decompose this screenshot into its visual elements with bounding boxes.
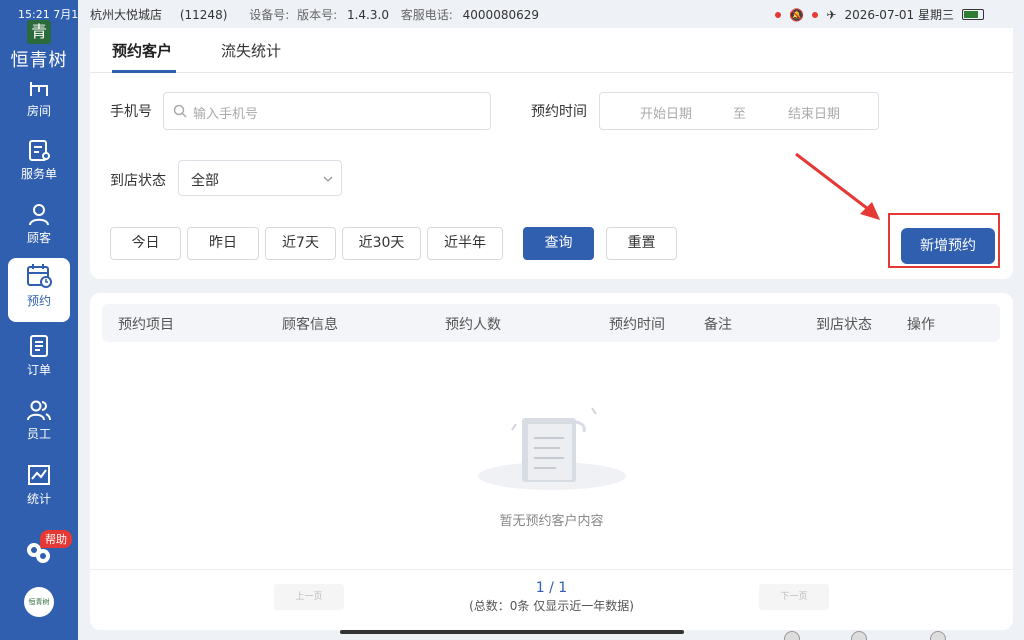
status-select[interactable]: 全部 [178,160,342,196]
total-count: (总数：0条 仅显示近一年数据) [469,599,634,613]
service-label: 客服电话: [400,8,453,22]
system-tray: 🔕 ✈ 2026-07-01 星期三 [775,6,984,23]
active-tab-indicator [112,70,176,73]
avatar[interactable]: 恒青树 [24,587,54,617]
staff-icon [27,400,51,421]
pagination: 上一页 1 / 1 (总数：0条 仅显示近一年数据) 下一页 [90,569,1013,630]
tab-appointment-customers[interactable]: 预约客户 [112,40,172,61]
reset-button[interactable]: 重置 [606,227,677,260]
status-bar: 15:21 7月1 杭州大悦城店 (11248) 设备号: 版本号: 1.4.3… [0,0,1024,28]
page-info: 1 / 1 (总数：0条 仅显示近一年数据) [90,580,1013,614]
table-header: 预约项目 顾客信息 预约人数 预约时间 备注 到店状态 操作 [102,304,1000,342]
query-button[interactable]: 查询 [523,227,594,260]
notification-dot [812,11,819,18]
room-icon [30,82,48,96]
start-date-input[interactable]: 开始日期 [640,103,692,122]
column-header: 预约时间 [609,317,665,333]
stats-icon [28,465,50,485]
battery-icon [962,9,984,20]
no-signal-icon: ✈ [826,7,837,22]
mute-icon: 🔕 [789,7,805,22]
empty-state-illustration-icon [478,407,626,490]
store-info: 杭州大悦城店 (11248) 设备号: 版本号: 1.4.3.0 客服电话: 4… [90,6,539,23]
status-select-value: 全部 [191,173,219,189]
service-phone: 4000080629 [462,8,540,22]
quick-halfyear-button[interactable]: 近半年 [427,227,503,260]
column-header: 顾客信息 [282,317,338,333]
column-header: 备注 [704,317,732,333]
sidebar-item-stats[interactable]: 统计 [8,458,70,520]
quick-30days-button[interactable]: 近30天 [342,227,421,260]
results-panel: 预约项目 顾客信息 预约人数 预约时间 备注 到店状态 操作 暂无预约客户内容 … [90,293,1013,630]
tab-churn-stats[interactable]: 流失统计 [221,40,281,61]
nav-dot [851,631,867,640]
home-indicator[interactable] [340,630,684,634]
sidebar-item-label: 房间 [26,104,51,118]
column-header: 预约项目 [118,317,174,333]
service-order-icon [29,140,50,161]
help-badge[interactable]: 帮助 [40,530,72,548]
page-indicator: 1 / 1 [535,580,568,596]
version-label: 版本号: [297,8,338,22]
sidebar-item-label: 顾客 [26,231,51,245]
store-name: 杭州大悦城店 [90,8,163,22]
notification-dot [775,11,782,18]
store-code: (11248) [179,8,228,22]
quick-7days-button[interactable]: 近7天 [265,227,336,260]
empty-state-text: 暂无预约客户内容 [499,514,604,529]
sidebar: 青 恒青树 房间 服务单 顾客 预约 订单 员工 统计 帮助 恒青树 [0,0,78,640]
range-separator: 至 [733,107,747,122]
brand-name: 恒青树 [10,50,68,71]
sidebar-item-appointment[interactable]: 预约 [8,258,70,322]
phone-input[interactable]: 输入手机号 [163,92,491,130]
clock-time: 15:21 7月1 [18,8,79,21]
date-range-picker[interactable]: 开始日期 至 结束日期 [599,92,879,130]
sidebar-item-order[interactable]: 订单 [8,329,70,391]
sidebar-item-label: 预约 [26,294,51,308]
nav-dot [784,631,800,640]
nav-dot [930,631,946,640]
sidebar-item-label: 服务单 [20,167,57,181]
sidebar-item-customer[interactable]: 顾客 [8,197,70,259]
column-header: 预约人数 [445,317,501,333]
tab-bar: 预约客户 流失统计 [90,28,1013,73]
quick-today-button[interactable]: 今日 [110,227,181,260]
column-header: 操作 [907,317,935,333]
device-label: 设备号: [249,8,290,22]
column-header: 到店状态 [816,317,872,333]
customer-icon [29,204,49,226]
sidebar-item-label: 统计 [26,492,51,506]
status-label: 到店状态 [110,173,166,189]
sidebar-item-staff[interactable]: 员工 [8,393,70,455]
system-date: 2026-07-01 星期三 [844,8,954,22]
search-icon [173,104,187,118]
annotation-arrow-icon [795,152,880,220]
appointment-icon [27,264,52,288]
quick-yesterday-button[interactable]: 昨日 [187,227,259,260]
end-date-input[interactable]: 结束日期 [788,103,840,122]
sidebar-item-label: 订单 [26,363,51,377]
chevron-down-icon [323,176,333,182]
phone-placeholder: 输入手机号 [193,107,259,122]
phone-label: 手机号 [110,104,152,120]
sidebar-item-label: 员工 [26,427,51,441]
new-appointment-button[interactable]: 新增预约 [901,228,995,264]
sidebar-item-room[interactable]: 房间 [8,72,70,134]
sidebar-item-service-order[interactable]: 服务单 [8,133,70,195]
order-icon [30,335,48,357]
next-page-button[interactable]: 下一页 [759,584,829,610]
time-label: 预约时间 [531,104,587,120]
version-value: 1.4.3.0 [346,8,389,22]
